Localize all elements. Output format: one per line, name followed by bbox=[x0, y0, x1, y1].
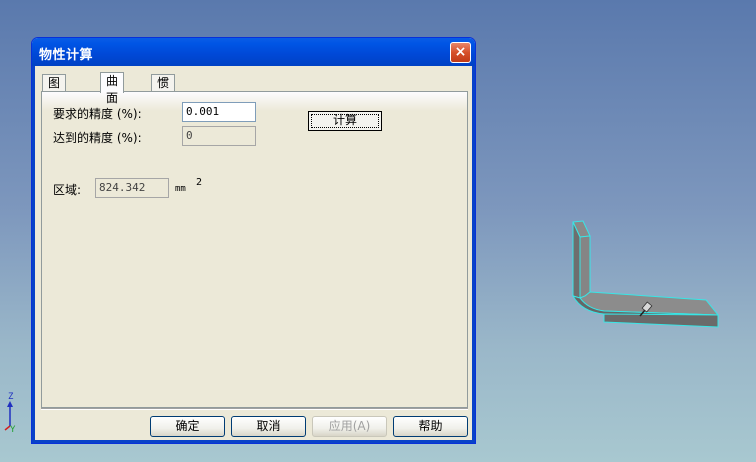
button-separator bbox=[41, 408, 468, 410]
dialog-border-bottom bbox=[32, 440, 475, 443]
achieved-precision-field: 0 bbox=[182, 126, 256, 146]
dialog-title: 物性计算 bbox=[39, 48, 94, 63]
cancel-button[interactable]: 取消 bbox=[231, 416, 306, 437]
tab-moment-of-inertia[interactable]: 惯性矩 bbox=[151, 74, 176, 124]
model-face-side-vertical[interactable] bbox=[579, 235, 591, 299]
close-icon: × bbox=[454, 44, 467, 60]
required-precision-input[interactable]: 0.001 bbox=[182, 102, 256, 122]
axis-triad: Z Y bbox=[2, 392, 22, 438]
ok-button[interactable]: 确定 bbox=[150, 416, 225, 437]
dialog-border-left bbox=[32, 66, 35, 443]
tab-solid-entity[interactable]: 图素实体 bbox=[42, 74, 67, 141]
calculate-button[interactable]: 计算 bbox=[308, 111, 382, 131]
triad-z-label: Z bbox=[8, 392, 14, 402]
achieved-precision-label: 达到的精度 (%): bbox=[53, 131, 142, 145]
required-precision-label: 要求的精度 (%): bbox=[53, 107, 142, 121]
area-label: 区域: bbox=[53, 183, 82, 197]
help-button[interactable]: 帮助 bbox=[393, 416, 468, 437]
tab-surface[interactable]: 曲面 bbox=[100, 72, 125, 105]
apply-button[interactable]: 应用(A) bbox=[312, 416, 387, 437]
area-value-field: 824.342 bbox=[95, 178, 169, 198]
dialog-titlebar[interactable]: 物性计算 × bbox=[32, 38, 475, 66]
mass-properties-dialog: 物性计算 × 图素实体 曲面 惯性矩 要求的精度 (%): 0.001 达到的精… bbox=[31, 37, 476, 444]
dialog-border-right bbox=[472, 66, 475, 443]
close-button[interactable]: × bbox=[450, 42, 471, 63]
triad-y-label: Y bbox=[10, 425, 16, 435]
model-face-end[interactable] bbox=[603, 313, 719, 328]
area-unit: mm bbox=[175, 184, 186, 194]
area-unit-exponent: 2 bbox=[196, 177, 203, 188]
